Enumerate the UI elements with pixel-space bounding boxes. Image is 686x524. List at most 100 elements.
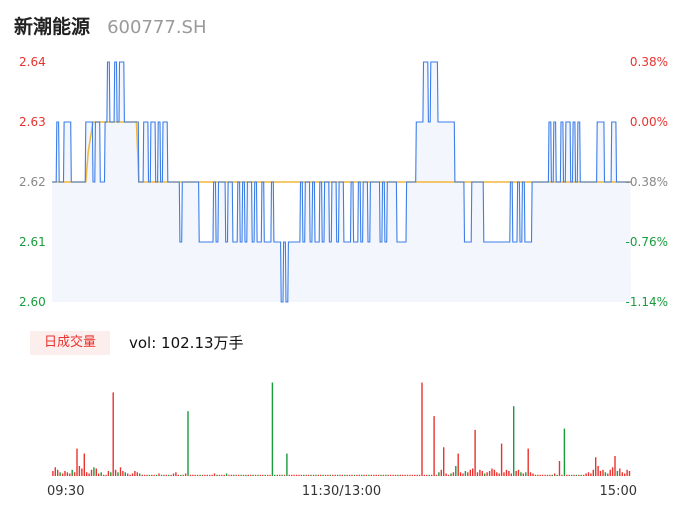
volume-bar <box>445 473 447 476</box>
volume-bar <box>353 474 356 476</box>
volume-bar <box>269 474 271 476</box>
volume-bar <box>276 474 278 476</box>
volume-bar <box>184 473 187 476</box>
volume-bar <box>534 474 537 476</box>
volume-bar <box>52 471 54 476</box>
volume-bar <box>486 472 488 476</box>
volume-bar <box>558 461 561 476</box>
volume-bar <box>406 474 409 476</box>
volume-bar <box>73 472 76 476</box>
volume-bar <box>464 471 467 476</box>
volume-bar <box>305 474 307 476</box>
volume-bar <box>399 474 401 476</box>
volume-bar <box>488 471 491 476</box>
volume-bar <box>428 474 430 476</box>
volume-bar <box>312 474 315 476</box>
y-right-tick-label: 0.00% <box>630 115 668 129</box>
volume-bar <box>327 474 329 476</box>
volume-bar <box>563 428 566 476</box>
volume-bar <box>213 473 216 476</box>
volume-bar <box>455 466 457 476</box>
volume-bar <box>71 469 73 476</box>
volume-bar <box>575 474 578 476</box>
x-tick-label: 11:30/13:00 <box>302 484 381 499</box>
volume-bar <box>587 472 590 476</box>
volume-bar <box>293 474 295 476</box>
volume-bar <box>83 453 85 476</box>
volume-bar <box>206 474 208 476</box>
volume-bar <box>590 473 592 476</box>
y-left-tick-label: 2.61 <box>19 235 46 249</box>
intraday-chart: 2.64 0.38% 2.63 0.00% 2.62 -0.38% 2.61 -0.76% 2.… <box>19 55 668 499</box>
volume-bar <box>146 474 148 476</box>
volume-bar <box>351 474 353 476</box>
volume-bar <box>336 474 339 476</box>
volume-bar <box>175 472 177 476</box>
volume-bar <box>322 474 324 476</box>
volume-bar <box>416 474 418 476</box>
volume-bar <box>307 474 310 476</box>
volume-bar <box>431 474 433 476</box>
volume-bar <box>467 472 469 476</box>
volume-bar <box>435 474 438 476</box>
volume-bar <box>450 473 452 476</box>
volume-bar <box>476 472 479 476</box>
volume-bar <box>225 473 228 476</box>
volume-bar <box>310 474 312 476</box>
volume-bar <box>529 472 532 476</box>
volume-bar <box>508 471 510 476</box>
volume-bar <box>180 474 182 476</box>
volume-bar <box>238 474 240 476</box>
volume-bar <box>377 474 380 476</box>
volume-bar <box>346 474 348 476</box>
volume-bar <box>245 474 247 476</box>
volume-bar <box>141 474 143 476</box>
volume-bar <box>546 474 549 476</box>
volume-bar <box>170 474 172 476</box>
y-left-tick-label: 2.62 <box>19 175 46 189</box>
volume-bar <box>611 467 614 476</box>
volume-bar <box>365 474 368 476</box>
volume-bar <box>334 474 336 476</box>
volume-bar <box>341 474 344 476</box>
volume-bar <box>86 472 88 476</box>
volume-bar <box>382 474 385 476</box>
volume-bar <box>500 443 503 476</box>
volume-bar <box>498 473 500 476</box>
volume-bar <box>332 474 334 476</box>
volume-bar <box>57 469 59 476</box>
volume-bar <box>515 471 517 476</box>
volume-bar <box>329 474 331 476</box>
volume-bar <box>604 472 607 476</box>
volume-bar <box>102 474 105 476</box>
volume-bar <box>481 471 483 476</box>
volume-bar <box>78 466 81 476</box>
volume-bar <box>484 473 486 476</box>
x-tick-label: 15:00 <box>600 484 637 499</box>
volume-bar <box>110 472 112 476</box>
volume-bar <box>303 474 305 476</box>
volume-bar <box>139 473 141 476</box>
volume-bar <box>527 448 529 476</box>
volume-bar <box>98 473 100 476</box>
y-left-tick-label: 2.63 <box>19 115 46 129</box>
volume-bar <box>392 474 394 476</box>
volume-bar <box>510 473 512 476</box>
volume-bar <box>61 473 64 476</box>
volume-bar <box>100 472 102 476</box>
volume-tab[interactable]: 日成交量 <box>30 331 110 355</box>
volume-bar <box>250 474 252 476</box>
volume-bar <box>54 467 56 476</box>
volume-bar <box>493 469 496 476</box>
volume-bar <box>242 474 245 476</box>
volume-bar <box>122 471 124 476</box>
volume-bar <box>423 474 426 476</box>
volume-bar <box>609 469 611 476</box>
volume-bar <box>358 474 360 476</box>
volume-bar <box>196 474 199 476</box>
volume-bar <box>426 474 428 476</box>
volume-bar <box>221 474 223 476</box>
volume-bar <box>165 474 167 476</box>
volume-bar <box>218 474 221 476</box>
volume-bar <box>520 472 522 476</box>
